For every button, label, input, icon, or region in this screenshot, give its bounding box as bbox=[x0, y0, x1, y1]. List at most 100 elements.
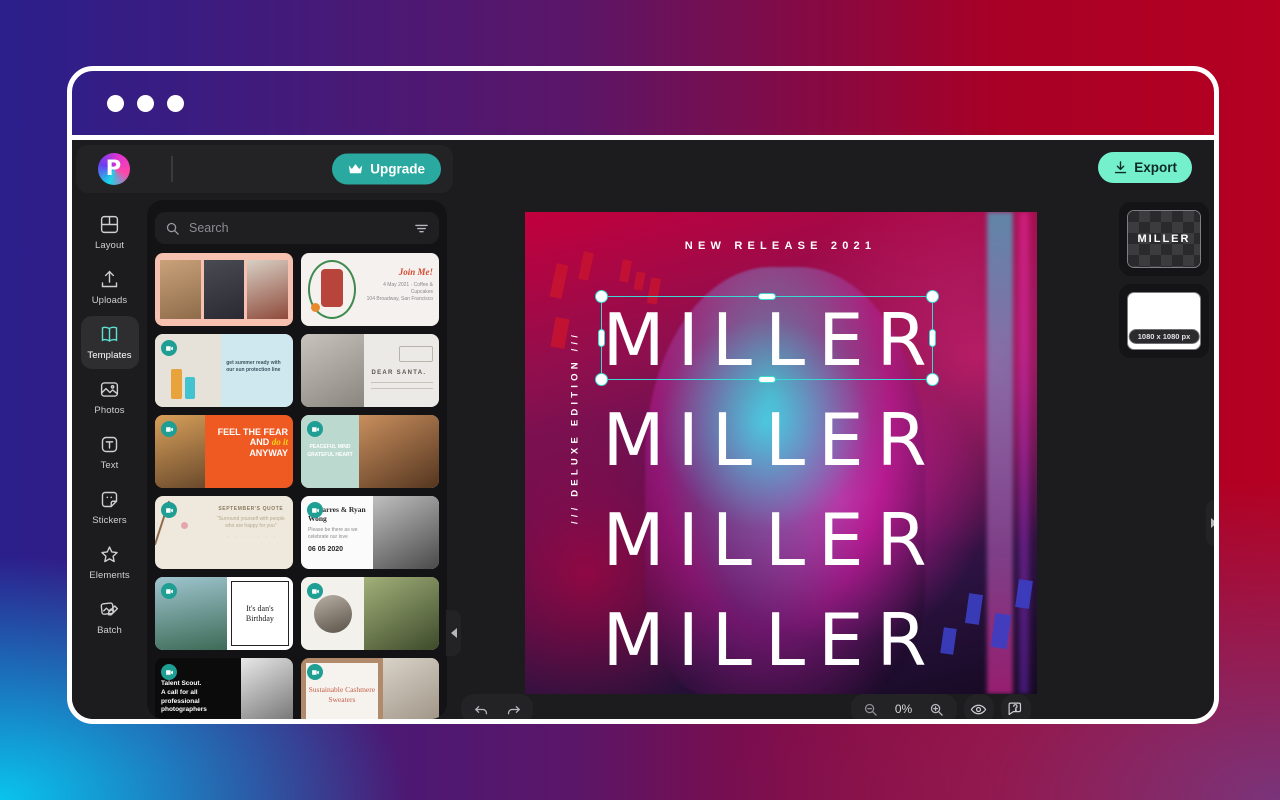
sidebar-item-batch[interactable]: Batch bbox=[81, 591, 139, 644]
neon-strip-2 bbox=[1018, 212, 1029, 694]
artboard-headline-1[interactable]: MILLER bbox=[603, 304, 940, 376]
zoom-level: 0% bbox=[894, 702, 913, 716]
template-badge bbox=[161, 502, 177, 518]
chevron-left-icon bbox=[450, 628, 457, 638]
export-label: Export bbox=[1134, 160, 1177, 175]
sidebar-item-photos[interactable]: Photos bbox=[81, 371, 139, 424]
template-card[interactable]: get summer ready with our sun protection … bbox=[155, 334, 293, 407]
template-card[interactable]: DEAR SANTA. bbox=[301, 334, 439, 407]
app-topbar: P Upgrade Export bbox=[72, 140, 1214, 198]
sidebar-item-layout[interactable]: Layout bbox=[81, 206, 139, 259]
help-button[interactable] bbox=[1000, 694, 1031, 719]
video-icon bbox=[311, 507, 319, 513]
canvas-bottom-toolbar: 0% bbox=[447, 694, 1114, 719]
video-icon bbox=[165, 345, 173, 351]
template-title: Join Me! bbox=[398, 267, 433, 277]
template-card[interactable]: SEPTEMBER'S QUOTE "Surround yourself wit… bbox=[155, 496, 293, 569]
template-thumbnail: DEAR SANTA. bbox=[301, 334, 439, 407]
video-icon bbox=[311, 669, 319, 675]
sidebar-label: Batch bbox=[97, 625, 122, 636]
template-badge bbox=[307, 421, 323, 437]
template-card[interactable]: It's dan's Birthday bbox=[155, 577, 293, 650]
zoom-out-icon bbox=[864, 703, 877, 716]
star-icon bbox=[101, 546, 118, 563]
template-card[interactable] bbox=[155, 253, 293, 326]
sidebar-label: Text bbox=[100, 460, 119, 471]
templates-grid: Join Me! 4 May 2021 · Coffee & Cupcakes … bbox=[155, 253, 439, 719]
sticker-icon bbox=[101, 491, 118, 508]
canvas-size-card: 1080 x 1080 px bbox=[1119, 284, 1209, 358]
template-card[interactable]: PEACEFUL MIND GRATEFUL HEART bbox=[301, 415, 439, 488]
template-title: DEAR SANTA. bbox=[371, 370, 427, 376]
topbar-divider bbox=[171, 156, 173, 182]
canvas-size-thumbnail[interactable]: 1080 x 1080 px bbox=[1127, 292, 1201, 350]
templates-icon bbox=[101, 326, 118, 343]
template-card[interactable] bbox=[301, 577, 439, 650]
video-icon bbox=[165, 426, 173, 432]
collapse-panel-handle-left[interactable] bbox=[446, 610, 461, 656]
sidebar-label: Photos bbox=[94, 405, 125, 416]
sidebar-item-text[interactable]: Text bbox=[81, 426, 139, 479]
canvas-size-label: 1080 x 1080 px bbox=[1128, 329, 1200, 344]
collapse-panel-handle-right[interactable] bbox=[1206, 500, 1214, 546]
template-badge bbox=[161, 421, 177, 437]
batch-icon bbox=[100, 602, 119, 616]
redo-button[interactable] bbox=[499, 696, 527, 719]
upgrade-label: Upgrade bbox=[370, 161, 425, 177]
logo-letter: P bbox=[97, 153, 130, 185]
artboard-kicker[interactable]: NEW RELEASE 2021 bbox=[525, 240, 1037, 252]
video-icon bbox=[311, 588, 319, 594]
chevron-right-icon bbox=[1210, 518, 1214, 528]
layout-icon bbox=[100, 215, 119, 234]
sidebar-label: Elements bbox=[89, 570, 130, 581]
artboard-headline-3[interactable]: MILLER bbox=[603, 504, 940, 576]
template-badge bbox=[307, 502, 323, 518]
template-badge bbox=[307, 583, 323, 599]
view-controls: 0% bbox=[850, 694, 1031, 719]
page-thumbnail[interactable]: MILLER bbox=[1127, 210, 1201, 268]
export-button[interactable]: Export bbox=[1098, 152, 1192, 183]
undo-button[interactable] bbox=[467, 696, 495, 719]
template-card[interactable]: Join Me! 4 May 2021 · Coffee & Cupcakes … bbox=[301, 253, 439, 326]
sidebar-item-uploads[interactable]: Uploads bbox=[81, 261, 139, 314]
window-close-dot[interactable] bbox=[107, 94, 124, 112]
artboard-vertical-text[interactable]: /// DELUXE EDITION /// bbox=[569, 308, 580, 548]
video-icon bbox=[165, 588, 173, 594]
search-input[interactable] bbox=[189, 221, 414, 235]
page-thumb-label: MILLER bbox=[1137, 233, 1191, 245]
zoom-out-button[interactable] bbox=[857, 696, 885, 719]
sidebar-label: Stickers bbox=[92, 515, 127, 526]
photo-icon bbox=[100, 382, 119, 397]
template-card[interactable]: FEEL THE FEAR AND do it ANYWAY bbox=[155, 415, 293, 488]
artboard[interactable]: NEW RELEASE 2021 /// DELUXE EDITION /// … bbox=[524, 212, 1037, 694]
search-bar[interactable] bbox=[155, 212, 439, 244]
window-maximize-dot[interactable] bbox=[167, 94, 184, 112]
redo-icon bbox=[507, 705, 520, 714]
sidebar-label: Uploads bbox=[91, 295, 128, 306]
history-controls bbox=[461, 694, 533, 719]
video-icon bbox=[165, 507, 173, 513]
template-title: It's dan's Birthday bbox=[245, 603, 274, 623]
sidebar-item-templates[interactable]: Templates bbox=[80, 316, 139, 369]
template-card[interactable]: Jo Barres & Ryan Wong Please be there as… bbox=[301, 496, 439, 569]
window-minimize-dot[interactable] bbox=[137, 94, 154, 112]
filter-icon[interactable] bbox=[414, 222, 429, 235]
zoom-controls: 0% bbox=[850, 694, 957, 719]
upgrade-button[interactable]: Upgrade bbox=[332, 153, 441, 185]
app-logo[interactable]: P bbox=[76, 153, 151, 185]
sidebar-item-stickers[interactable]: Stickers bbox=[81, 481, 139, 534]
page-thumb-card: MILLER bbox=[1119, 202, 1209, 276]
templates-panel: Join Me! 4 May 2021 · Coffee & Cupcakes … bbox=[147, 200, 447, 719]
left-sidebar: Layout Uploads Templates Photos Text Sti… bbox=[72, 198, 147, 719]
zoom-in-button[interactable] bbox=[923, 696, 951, 719]
artboard-headline-4[interactable]: MILLER bbox=[603, 604, 940, 676]
sidebar-item-elements[interactable]: Elements bbox=[81, 536, 139, 589]
template-card[interactable]: Talent Scout. A call for all professional… bbox=[155, 658, 293, 719]
app-body: Layout Uploads Templates Photos Text Sti… bbox=[72, 198, 1214, 719]
preview-button[interactable] bbox=[963, 694, 994, 719]
help-icon bbox=[1008, 702, 1022, 715]
template-card[interactable]: Sustainable Cashmere Sweaters bbox=[301, 658, 439, 719]
template-title: Sustainable Cashmere Sweaters bbox=[308, 684, 376, 704]
canvas-area: NEW RELEASE 2021 /// DELUXE EDITION /// … bbox=[447, 198, 1114, 719]
artboard-headline-2[interactable]: MILLER bbox=[603, 404, 940, 476]
